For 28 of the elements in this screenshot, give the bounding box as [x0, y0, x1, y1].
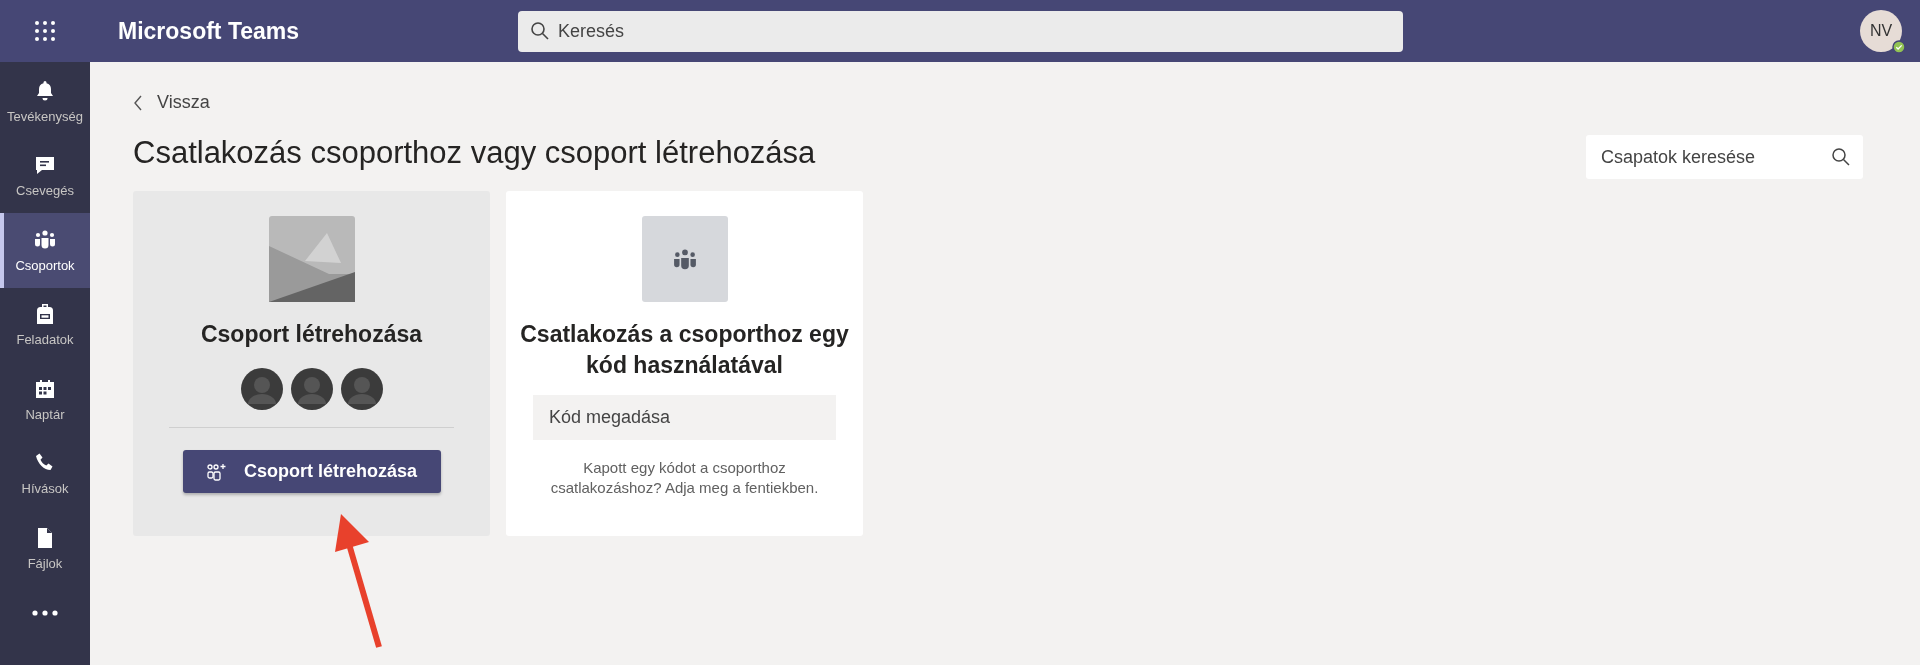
back-link[interactable]: Vissza: [133, 92, 210, 113]
member-avatar-icon: [340, 368, 383, 410]
app-launcher-icon[interactable]: [35, 21, 55, 41]
member-avatar-icon: [240, 368, 283, 410]
sidebar-item[interactable]: Fájlok: [0, 511, 90, 586]
sidebar-item[interactable]: Tevékenység: [0, 64, 90, 139]
create-team-button[interactable]: Csoport létrehozása: [182, 450, 441, 493]
card-title: Csatlakozás a csoporthoz egy kód használatával: [519, 320, 850, 380]
code-input-field[interactable]: Kód megadása: [533, 395, 836, 440]
image-placeholder-icon: [268, 216, 355, 302]
search-field[interactable]: Keresés: [518, 10, 1403, 52]
more-icon[interactable]: [32, 609, 58, 616]
add-people-icon: [205, 461, 228, 482]
chevron-left-icon: [133, 94, 143, 111]
search-icon: [1831, 147, 1851, 167]
page-title: Csatlakozás csoporthoz vagy csoport létrehozása: [133, 135, 816, 171]
card-title: Csoport létrehozása: [199, 320, 424, 349]
card[interactable]: Csatlakozás a csoporthoz egy kód használatával Kód megadása Kapott egy kódot a csoporthoz csatlakozáshoz? Adja meg a fentiekben.: [506, 191, 863, 536]
team-search-field[interactable]: Csapatok keresése: [1586, 135, 1863, 179]
sidebar-item[interactable]: Naptár: [0, 362, 90, 437]
member-avatar-icon: [290, 368, 333, 410]
sidebar-item[interactable]: Csoportok: [0, 213, 90, 288]
sidebar-item[interactable]: Csevegés: [0, 138, 90, 213]
sidebar-item[interactable]: Hívások: [0, 436, 90, 511]
app-title: Microsoft Teams: [118, 17, 301, 45]
card[interactable]: Csoport létrehozása Csoport létrehozása: [133, 191, 490, 536]
hint-text: Kapott egy kódot a csoporthoz csatlakozáshoz? Adja meg a fentiekben.: [549, 458, 820, 498]
sidebar-item[interactable]: Feladatok: [0, 287, 90, 362]
